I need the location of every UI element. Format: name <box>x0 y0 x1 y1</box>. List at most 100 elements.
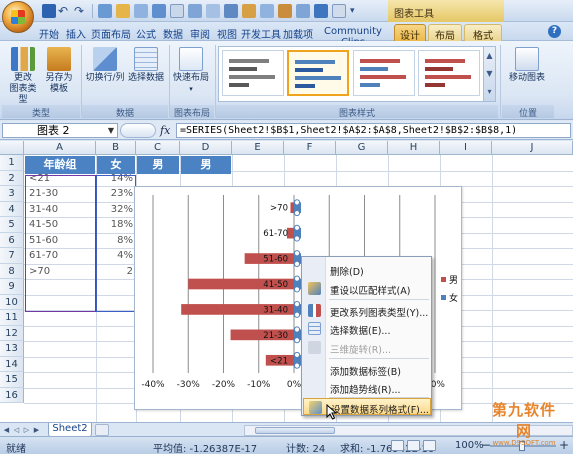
column-header[interactable]: A <box>24 141 96 155</box>
tab-addins[interactable]: 加载项 <box>282 24 314 41</box>
formula-bar-controls[interactable] <box>120 123 156 138</box>
context-menu[interactable]: 删除(D) 重设以匹配样式(A) 更改系列图表类型(Y)... 选择数据(E).… <box>301 256 432 416</box>
row-header[interactable]: 12 <box>0 325 24 341</box>
customize-qa-icon[interactable]: ▾ <box>350 4 364 18</box>
menu-item-change-series-chart-type[interactable]: 更改系列图表类型(Y)... <box>303 302 431 319</box>
quick-tool-2-icon[interactable] <box>116 4 130 18</box>
header-cell-age-group[interactable]: 年龄组 <box>25 156 95 174</box>
insert-sheet-icon[interactable] <box>95 424 109 436</box>
row-header[interactable]: 1 <box>0 155 24 171</box>
row-header[interactable]: 4 <box>0 201 24 217</box>
row-header[interactable]: 14 <box>0 356 24 372</box>
row-header[interactable]: 13 <box>0 341 24 357</box>
zoom-level[interactable]: 100% <box>455 440 484 451</box>
undo-icon[interactable]: ↶ <box>58 4 72 18</box>
prev-sheet-icon[interactable]: ◁ <box>12 425 21 435</box>
quick-tool-9-icon[interactable] <box>242 4 256 18</box>
column-header[interactable]: D <box>180 141 232 155</box>
gallery-scroll[interactable]: ▲ ▼ ▾ <box>483 47 495 101</box>
office-button[interactable] <box>2 1 34 33</box>
quick-tool-14-icon[interactable] <box>332 4 346 18</box>
first-sheet-icon[interactable]: ◀ <box>2 425 11 435</box>
chart-style-4[interactable] <box>418 50 480 96</box>
quick-tool-6-icon[interactable] <box>188 4 202 18</box>
quick-tool-10-icon[interactable] <box>260 4 274 18</box>
quick-tool-3-icon[interactable] <box>134 4 148 18</box>
tab-view[interactable]: 视图 <box>214 24 240 41</box>
row-header[interactable]: 16 <box>0 387 24 403</box>
quick-tool-12-icon[interactable] <box>296 4 310 18</box>
column-header[interactable]: H <box>388 141 440 155</box>
column-header[interactable]: I <box>440 141 492 155</box>
menu-item-add-trendline[interactable]: 添加趋势线(R)... <box>303 379 431 396</box>
row-header[interactable]: 8 <box>0 263 24 279</box>
tab-design[interactable]: 设计 <box>394 24 426 42</box>
quick-tool-11-icon[interactable] <box>278 4 292 18</box>
move-chart-button[interactable]: 移动图表 <box>504 47 550 84</box>
tab-insert[interactable]: 插入 <box>63 24 89 41</box>
row-header[interactable]: 11 <box>0 310 24 326</box>
tab-format[interactable]: 格式 <box>464 24 502 42</box>
column-header[interactable]: C <box>136 141 180 155</box>
gallery-down-icon[interactable]: ▼ <box>484 65 495 83</box>
next-sheet-icon[interactable]: ▷ <box>22 425 31 435</box>
column-header[interactable]: G <box>336 141 388 155</box>
quick-tool-5-icon[interactable] <box>170 4 184 18</box>
tab-review[interactable]: 审阅 <box>187 24 213 41</box>
quick-tool-7-icon[interactable] <box>206 4 220 18</box>
tab-home[interactable]: 开始 <box>36 24 62 41</box>
switch-row-column-button[interactable]: 切换行/列 <box>84 47 126 84</box>
gallery-more-icon[interactable]: ▾ <box>484 83 495 101</box>
menu-item-format-data-series[interactable]: 设置数据系列格式(F)... <box>303 398 431 416</box>
tab-formulas[interactable]: 公式 <box>133 24 159 41</box>
save-as-template-button[interactable]: 另存为 模板 <box>42 47 76 95</box>
select-all-corner[interactable] <box>0 141 24 155</box>
scroll-thumb[interactable] <box>255 427 335 434</box>
quick-tool-8-icon[interactable] <box>224 4 238 18</box>
tab-layout[interactable]: 布局 <box>428 24 462 42</box>
chart-style-3[interactable] <box>353 50 415 96</box>
quick-tool-1-icon[interactable] <box>98 4 112 18</box>
tab-page-layout[interactable]: 页面布局 <box>90 24 132 41</box>
column-header[interactable]: F <box>284 141 336 155</box>
gallery-up-icon[interactable]: ▲ <box>484 47 495 65</box>
redo-icon[interactable]: ↷ <box>74 4 88 18</box>
column-header[interactable]: B <box>96 141 136 155</box>
chart-bar-male[interactable] <box>286 227 294 239</box>
header-cell-male[interactable]: 男 <box>137 156 179 174</box>
select-data-button[interactable]: 选择数据 <box>128 47 164 84</box>
name-box[interactable]: 图表 2 ▼ <box>2 123 118 138</box>
column-header[interactable]: E <box>232 141 284 155</box>
change-chart-type-button[interactable]: 更改 图表类型 <box>6 47 40 106</box>
quick-tool-13-icon[interactable] <box>314 4 328 18</box>
name-box-dropdown-icon[interactable]: ▼ <box>108 124 114 137</box>
row-header[interactable]: 6 <box>0 232 24 248</box>
row-header[interactable]: 3 <box>0 186 24 202</box>
page-break-view-icon[interactable] <box>423 440 436 451</box>
tab-developer[interactable]: 开发工具 <box>241 24 281 41</box>
row-header[interactable]: 7 <box>0 248 24 264</box>
header-cell-female[interactable]: 女 <box>97 156 135 174</box>
chart-styles-gallery[interactable]: ▲ ▼ ▾ <box>218 46 496 102</box>
header-cell-male-2[interactable]: 男 <box>181 156 231 174</box>
chart-style-1[interactable] <box>222 50 284 96</box>
menu-item-delete[interactable]: 删除(D) <box>303 261 431 278</box>
help-icon[interactable]: ? <box>548 25 561 38</box>
menu-item-add-data-labels[interactable]: 添加数据标签(B) <box>303 361 431 378</box>
save-icon[interactable] <box>42 4 56 18</box>
menu-item-select-data[interactable]: 选择数据(E)... <box>303 320 431 337</box>
column-header[interactable]: J <box>492 141 573 155</box>
sheet-tab-sheet2[interactable]: Sheet2 <box>48 423 92 437</box>
quick-layout-button[interactable]: 快速布局 ▾ <box>171 47 211 95</box>
page-layout-view-icon[interactable] <box>407 440 420 451</box>
tab-data[interactable]: 数据 <box>160 24 186 41</box>
tab-community-clips[interactable]: Community Clips <box>315 24 391 48</box>
menu-item-reset-style[interactable]: 重设以匹配样式(A) <box>303 280 431 297</box>
last-sheet-icon[interactable]: ▶ <box>32 425 41 435</box>
row-header[interactable]: 5 <box>0 217 24 233</box>
insert-function-icon[interactable]: fx <box>160 124 170 137</box>
row-header[interactable]: 2 <box>0 170 24 186</box>
formula-input[interactable]: =SERIES(Sheet2!$B$1,Sheet2!$A$2:$A$8,She… <box>176 123 571 138</box>
row-header[interactable]: 9 <box>0 279 24 295</box>
row-header[interactable]: 10 <box>0 294 24 310</box>
